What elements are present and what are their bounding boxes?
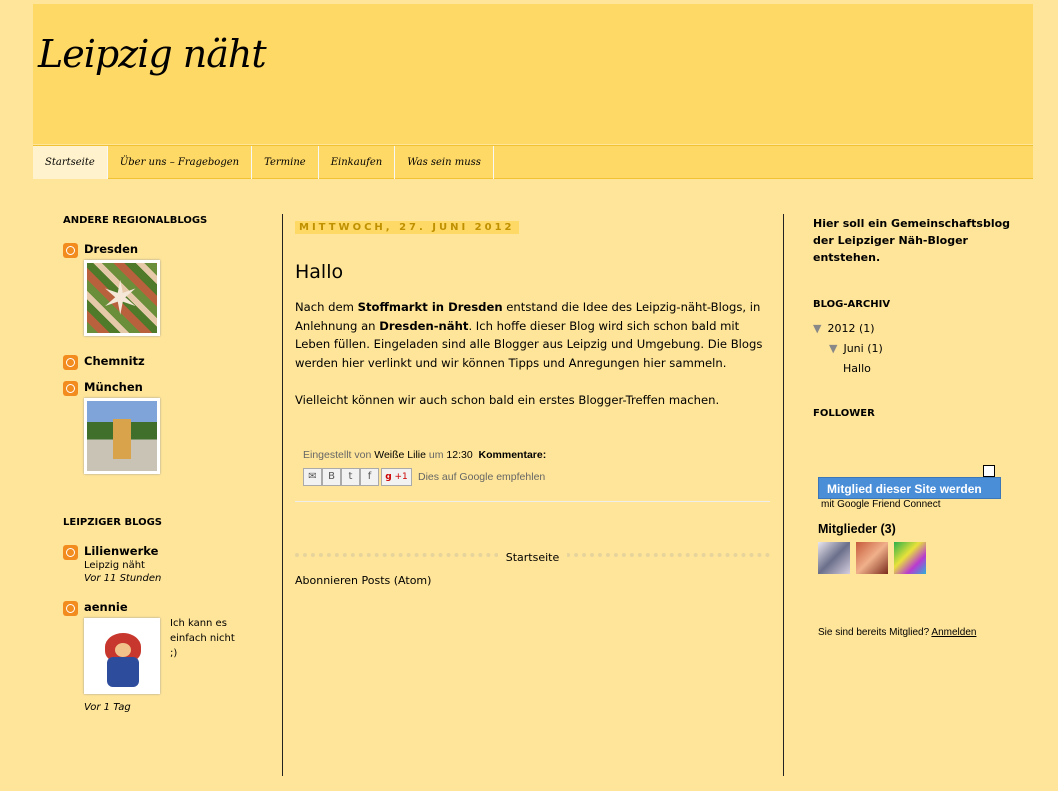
post-separator bbox=[295, 501, 770, 502]
archive-post-link[interactable]: Hallo bbox=[813, 362, 1013, 375]
main-column: MITTWOCH, 27. JUNI 2012 Hallo Nach dem S… bbox=[295, 215, 770, 587]
rss-feed-icon bbox=[63, 243, 78, 258]
member-avatars bbox=[818, 542, 932, 574]
regional-blogs-title: ANDERE REGIONALBLOGS bbox=[63, 215, 208, 226]
tab-was-sein-muss[interactable]: Was sein muss bbox=[395, 146, 494, 179]
tab-ueber-uns[interactable]: Über uns – Fragebogen bbox=[108, 146, 253, 179]
follower-title: FOLLOWER bbox=[813, 408, 875, 419]
home-link[interactable]: Startseite bbox=[497, 551, 568, 564]
share-row: ✉ B t f g +1 Dies auf Google empfehlen bbox=[303, 468, 770, 486]
blog-title[interactable]: Leipzig näht bbox=[38, 32, 267, 76]
post-time-link[interactable]: 12:30 bbox=[446, 449, 472, 461]
right-sidebar: Hier soll ein Gemeinschaftsblog der Leip… bbox=[813, 215, 1013, 638]
popout-window-icon[interactable] bbox=[983, 465, 995, 477]
gfc-subtitle: mit Google Friend Connect bbox=[821, 499, 941, 510]
post-footer: Eingestellt von Weiße Lilie um 12:30 Kom… bbox=[303, 449, 547, 461]
avatar[interactable] bbox=[856, 542, 888, 574]
avatar[interactable] bbox=[818, 542, 850, 574]
expand-triangle-icon[interactable]: ▼ bbox=[829, 342, 837, 355]
post-date: MITTWOCH, 27. JUNI 2012 bbox=[295, 221, 519, 234]
feed-link[interactable]: aennie bbox=[84, 600, 273, 614]
feed-item-lilienwerke: Lilienwerke Leipzig näht Vor 11 Stunden bbox=[63, 544, 273, 584]
subscribe-link[interactable]: Abonnieren Posts (Atom) bbox=[295, 574, 770, 587]
feed-item-aennie: aennie Ich kann es einfach nicht ;) Vor … bbox=[63, 600, 273, 713]
blog-header: Leipzig näht bbox=[33, 4, 1033, 144]
share-recommend-text: Dies auf Google empfehlen bbox=[418, 471, 546, 483]
comments-link[interactable]: Kommentare: bbox=[479, 449, 547, 461]
post-body: Nach dem Stoffmarkt in Dresden entstand … bbox=[295, 300, 763, 407]
column-divider-right bbox=[783, 214, 784, 776]
google-plus-one-button[interactable]: g +1 bbox=[381, 468, 412, 486]
facebook-share-icon[interactable]: f bbox=[360, 468, 379, 486]
feed-thumbnail[interactable] bbox=[84, 618, 160, 694]
post-title[interactable]: Hallo bbox=[295, 261, 770, 283]
blog-description: Hier soll ein Gemeinschaftsblog der Leip… bbox=[813, 217, 1011, 264]
left-sidebar: ANDERE REGIONALBLOGS Dresden Chemnitz Mü… bbox=[63, 215, 273, 721]
archive-month[interactable]: ▼ Juni (1) bbox=[813, 342, 1013, 355]
join-site-button[interactable]: Mitglied dieser Site werden bbox=[818, 477, 1001, 499]
twitter-share-icon[interactable]: t bbox=[341, 468, 360, 486]
feed-post-time: Vor 1 Tag bbox=[84, 702, 131, 713]
feed-thumbnail[interactable] bbox=[84, 398, 160, 474]
tab-termine[interactable]: Termine bbox=[252, 146, 319, 179]
archive-month-link[interactable]: Juni bbox=[843, 342, 863, 355]
rss-feed-icon bbox=[63, 355, 78, 370]
feed-post-title[interactable]: Leipzig näht bbox=[84, 560, 273, 571]
rss-feed-icon bbox=[63, 545, 78, 560]
members-title: Mitglieder (3) bbox=[818, 522, 896, 536]
feed-link[interactable]: Dresden bbox=[84, 242, 273, 256]
email-share-icon[interactable]: ✉ bbox=[303, 468, 322, 486]
page-tabs: Startseite Über uns – Fragebogen Termine… bbox=[33, 145, 1033, 179]
rss-feed-icon bbox=[63, 381, 78, 396]
author-link[interactable]: Weiße Lilie bbox=[374, 449, 426, 461]
tab-startseite[interactable]: Startseite bbox=[33, 146, 108, 179]
login-link[interactable]: Anmelden bbox=[931, 627, 976, 638]
link-stoffmarkt[interactable]: Stoffmarkt in Dresden bbox=[358, 300, 503, 314]
leipzig-blogs-title: LEIPZIGER BLOGS bbox=[63, 517, 162, 528]
feed-link[interactable]: Chemnitz bbox=[84, 354, 273, 368]
feed-link[interactable]: München bbox=[84, 380, 273, 394]
feed-link[interactable]: Lilienwerke bbox=[84, 544, 273, 558]
link-dresden-naeht[interactable]: Dresden-näht bbox=[379, 319, 468, 333]
feed-item-chemnitz: Chemnitz bbox=[63, 354, 273, 370]
blogger-share-icon[interactable]: B bbox=[322, 468, 341, 486]
blog-archive-title: BLOG-ARCHIV bbox=[813, 299, 891, 310]
avatar[interactable] bbox=[894, 542, 926, 574]
tab-einkaufen[interactable]: Einkaufen bbox=[319, 146, 396, 179]
expand-triangle-icon[interactable]: ▼ bbox=[813, 322, 821, 335]
feed-item-dresden: Dresden bbox=[63, 242, 273, 336]
rss-feed-icon bbox=[63, 601, 78, 616]
already-member: Sie sind bereits Mitglied? Anmelden bbox=[818, 627, 977, 638]
archive-year-link[interactable]: 2012 bbox=[827, 322, 855, 335]
archive-year[interactable]: ▼ 2012 (1) bbox=[813, 322, 1013, 335]
feed-post-time: Vor 11 Stunden bbox=[84, 573, 162, 584]
column-divider-left bbox=[282, 214, 283, 776]
feed-post-title[interactable]: Ich kann es einfach nicht ;) bbox=[170, 616, 240, 661]
blog-pager: Startseite bbox=[295, 546, 770, 564]
feed-thumbnail[interactable] bbox=[84, 260, 160, 336]
feed-item-muenchen: München bbox=[63, 380, 273, 474]
